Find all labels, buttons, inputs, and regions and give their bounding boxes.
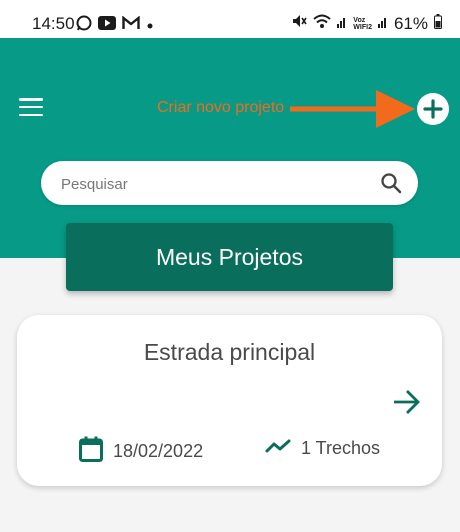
search-bar: [41, 161, 418, 207]
calendar-icon: [79, 436, 103, 467]
gmail-icon: [122, 15, 140, 35]
menu-icon: [19, 98, 43, 101]
status-bar: 14:50 Voz WIFI2 61%: [0, 0, 460, 38]
arrow-right-icon[interactable]: [392, 388, 422, 421]
project-date: 18/02/2022: [79, 436, 203, 467]
whatsapp-icon: [76, 15, 92, 36]
menu-button[interactable]: [19, 98, 43, 116]
battery-icon: [434, 13, 442, 34]
system-icons: Voz WIFI2 61%: [291, 13, 442, 34]
trending-icon: [265, 438, 291, 459]
project-date-text: 18/02/2022: [113, 441, 204, 461]
battery-percent: 61%: [393, 13, 428, 33]
notification-icons: [76, 15, 154, 36]
annotation-label: Criar novo projeto: [157, 99, 285, 116]
signal-icon: [337, 14, 347, 33]
dot-icon: [146, 17, 154, 35]
status-time: 14:50: [32, 14, 75, 33]
signal-icon: [377, 14, 388, 33]
search-icon[interactable]: [380, 172, 402, 199]
project-name: Estrada principal: [143, 339, 316, 365]
search-input[interactable]: [59, 161, 363, 207]
mute-icon: [291, 13, 307, 34]
project-segments-text: 1 Trechos: [301, 438, 381, 458]
network-label: Voz WIFI2: [353, 16, 372, 31]
add-project-button[interactable]: [417, 93, 449, 125]
project-segments: 1 Trechos: [265, 438, 380, 459]
section-title: Meus Projetos: [66, 223, 393, 291]
plus-icon: [423, 99, 443, 119]
annotation-arrow-icon: [288, 88, 416, 135]
project-card[interactable]: Estrada principal 18/02/2022 1 Trechos: [17, 315, 442, 486]
wifi-icon: [313, 14, 331, 34]
youtube-icon: [98, 16, 116, 35]
